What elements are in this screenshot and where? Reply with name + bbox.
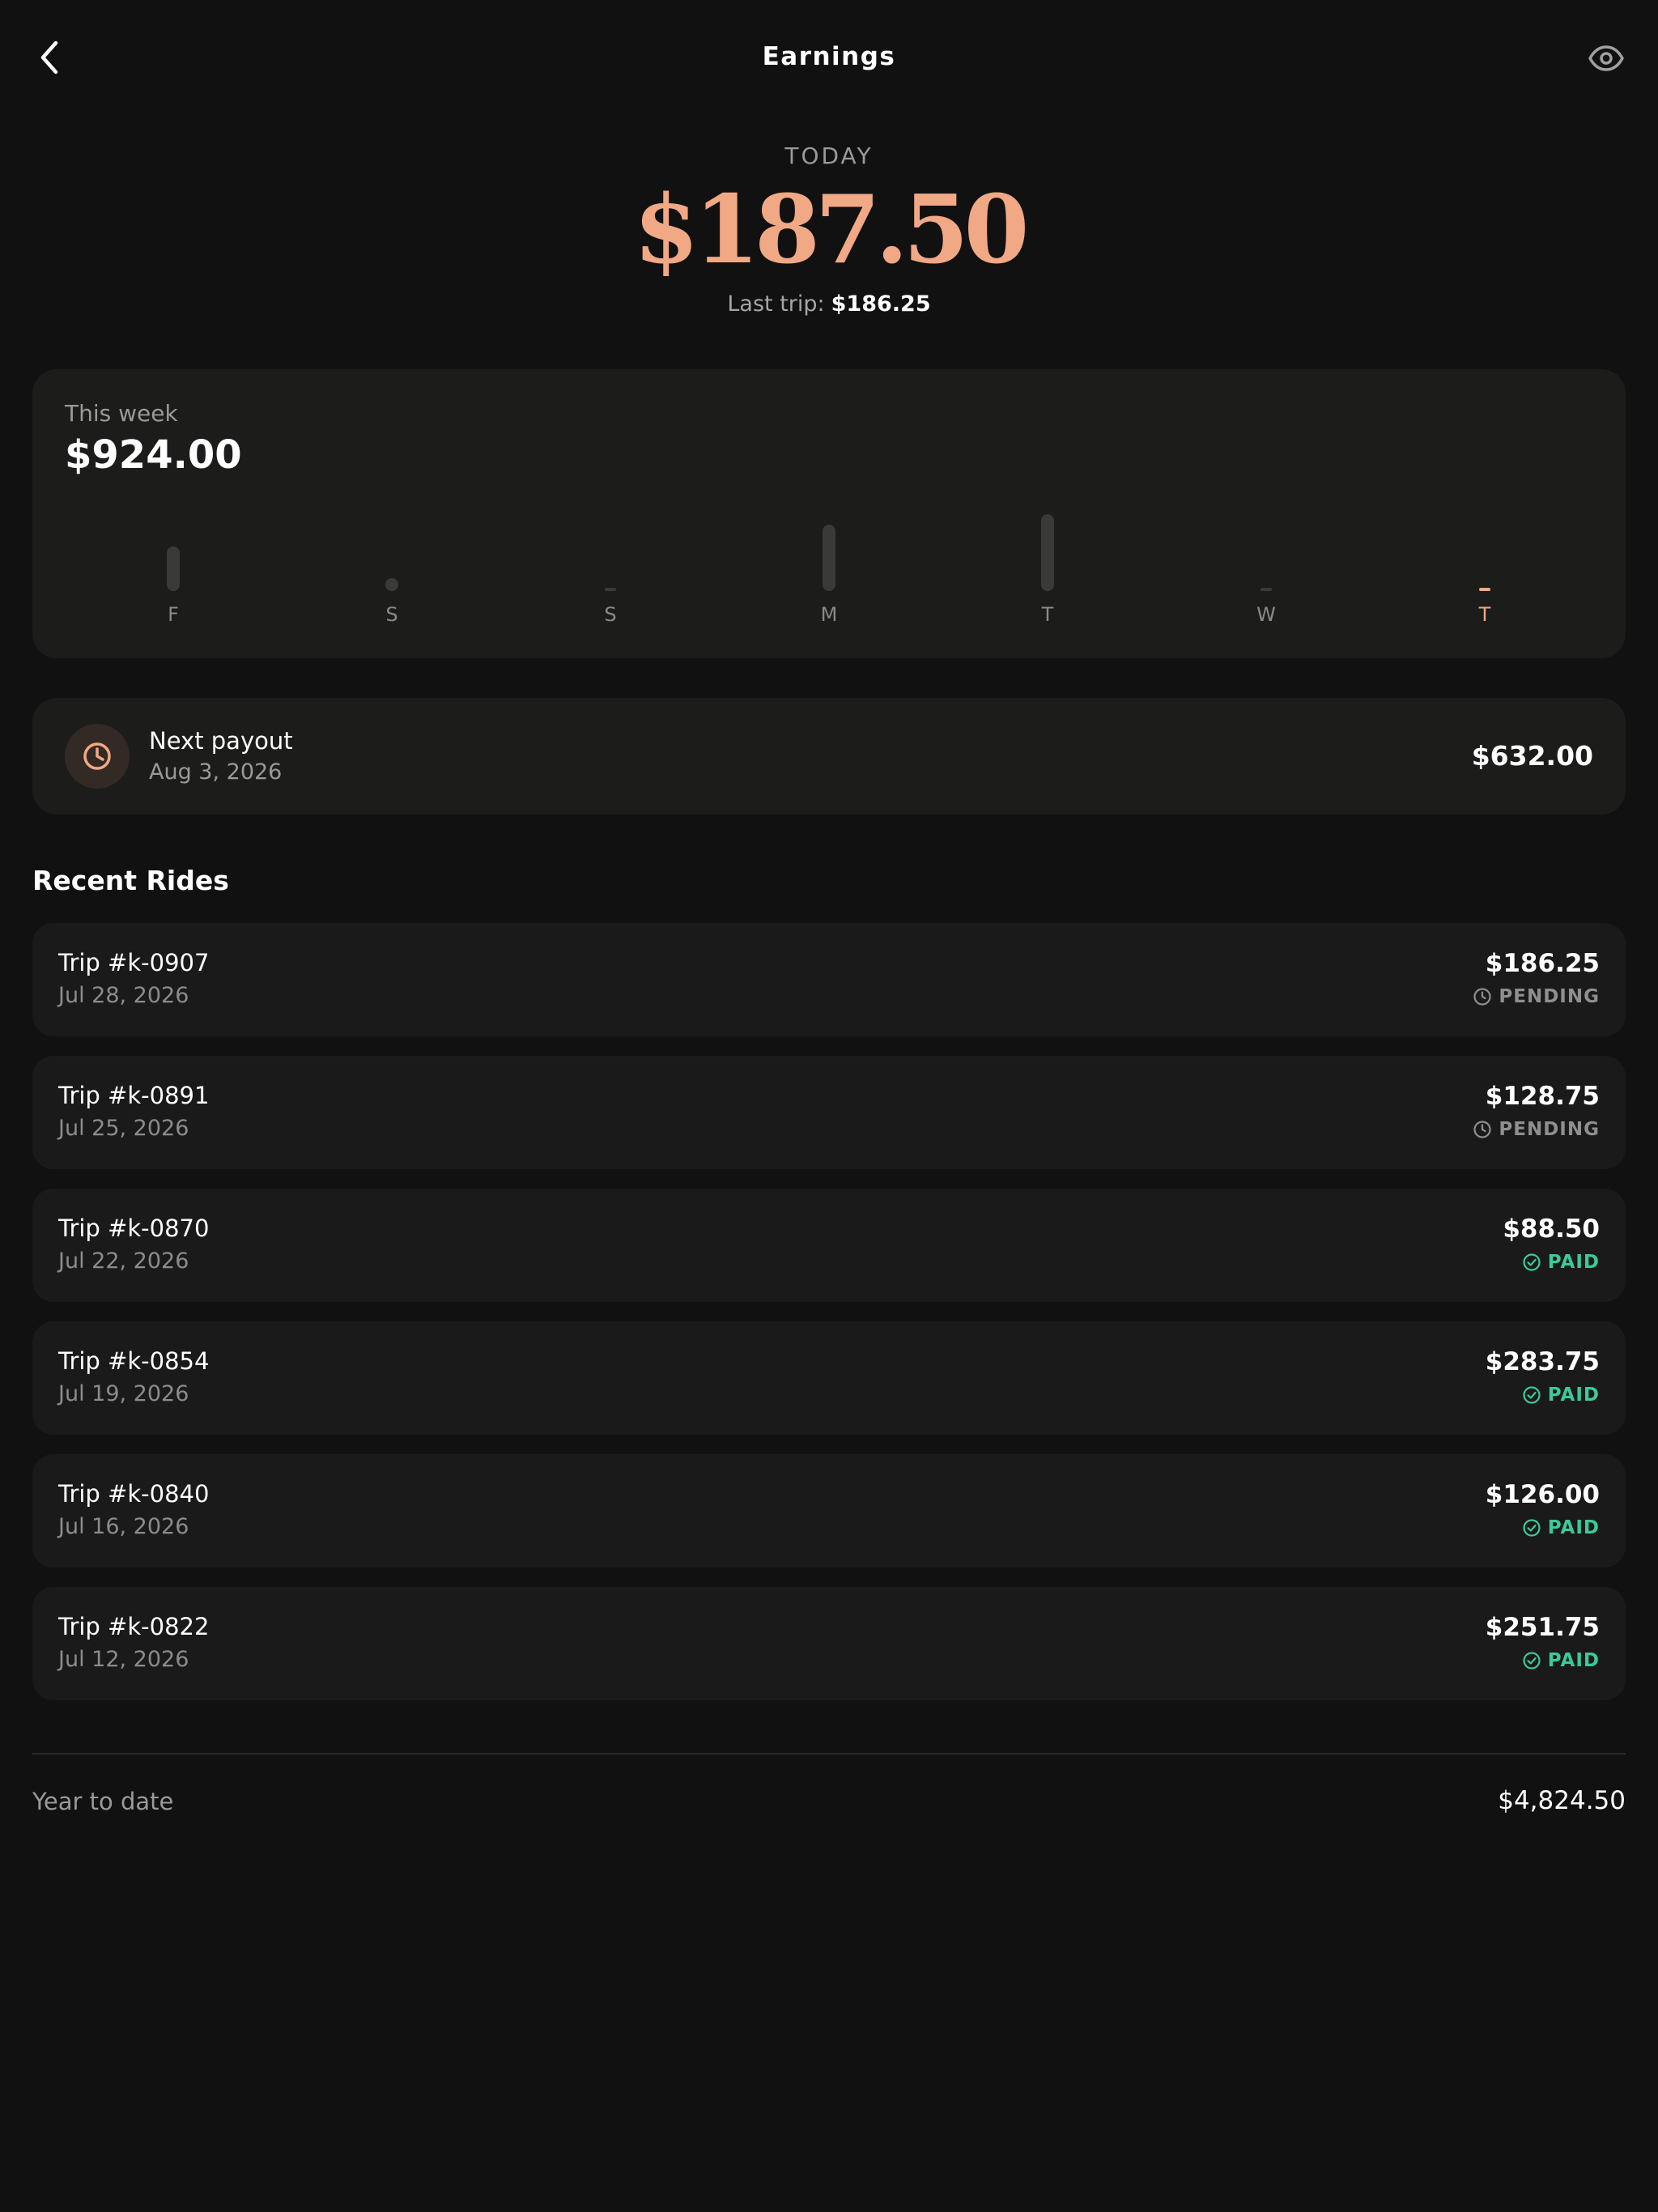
status-text: PENDING	[1499, 1119, 1600, 1140]
chart-day-label: S	[604, 603, 617, 626]
today-amount: $187.50	[633, 175, 1030, 285]
last-trip: Last trip: $186.25	[0, 291, 1658, 317]
chart-bar	[1479, 588, 1490, 591]
clock-icon	[1473, 1120, 1492, 1139]
weekly-earnings-card[interactable]: This week $924.00 FSSMTWT	[32, 369, 1626, 658]
status-badge: PAID	[1522, 1252, 1600, 1273]
earnings-screen: Earnings TODAY $187.50 Last trip: $186.25…	[0, 0, 1658, 2212]
clock-icon	[1473, 987, 1492, 1006]
chart-day-label: T	[1041, 603, 1054, 626]
ride-amount: $186.25	[1485, 949, 1600, 978]
status-text: PAID	[1547, 1385, 1600, 1406]
ride-date: Jul 22, 2026	[58, 1249, 189, 1274]
ride-date: Jul 16, 2026	[58, 1514, 189, 1539]
status-text: PAID	[1547, 1650, 1600, 1671]
ride-row[interactable]: Trip #k-0870 Jul 22, 2026 $88.50 PAID	[32, 1189, 1626, 1302]
status-badge: PENDING	[1473, 1119, 1600, 1140]
last-trip-label: Last trip:	[727, 291, 825, 317]
clock-icon	[83, 742, 111, 770]
ride-date: Jul 25, 2026	[58, 1116, 189, 1141]
weekly-bar-chart: FSSMTWT	[32, 369, 1626, 658]
ytd-value: $4,824.50	[1498, 1786, 1626, 1815]
chart-day-label: M	[820, 603, 838, 626]
status-badge: PENDING	[1473, 986, 1600, 1007]
chart-day-label: F	[168, 603, 179, 626]
chart-bar	[823, 525, 835, 591]
chart-bar	[167, 547, 180, 591]
payout-icon-badge	[65, 724, 130, 789]
ride-date: Jul 28, 2026	[58, 983, 189, 1008]
top-bar: Earnings	[0, 0, 1658, 117]
ride-amount: $126.00	[1485, 1480, 1600, 1509]
ride-row[interactable]: Trip #k-0840 Jul 16, 2026 $126.00 PAID	[32, 1454, 1626, 1568]
ride-title: Trip #k-0822	[58, 1613, 210, 1640]
ride-amount: $88.50	[1503, 1214, 1600, 1244]
chart-day-label: T	[1478, 603, 1491, 626]
chart-bar	[385, 578, 398, 591]
chart-bar	[605, 588, 616, 591]
ride-title: Trip #k-0840	[58, 1480, 210, 1508]
recent-rides-title: Recent Rides	[32, 865, 229, 896]
ride-row[interactable]: Trip #k-0854 Jul 19, 2026 $283.75 PAID	[32, 1321, 1626, 1435]
status-badge: PAID	[1522, 1385, 1600, 1406]
check-circle-icon	[1522, 1385, 1541, 1405]
status-badge: PAID	[1522, 1650, 1600, 1671]
check-circle-icon	[1522, 1651, 1541, 1670]
chart-day-label: W	[1256, 603, 1276, 626]
chart-bar	[1041, 514, 1054, 591]
ride-row[interactable]: Trip #k-0822 Jul 12, 2026 $251.75 PAID	[32, 1587, 1626, 1700]
ride-title: Trip #k-0854	[58, 1347, 210, 1375]
divider	[32, 1753, 1626, 1755]
status-text: PAID	[1547, 1517, 1600, 1538]
next-payout-card[interactable]: Next payout Aug 3, 2026 $632.00	[32, 698, 1626, 815]
eye-icon	[1588, 45, 1624, 71]
check-circle-icon	[1522, 1253, 1541, 1272]
ride-title: Trip #k-0891	[58, 1082, 210, 1109]
ride-title: Trip #k-0870	[58, 1214, 210, 1242]
payout-title: Next payout	[149, 727, 293, 755]
chart-day-label: S	[385, 603, 398, 626]
chart-bar	[1261, 588, 1272, 591]
last-trip-value: $186.25	[831, 291, 931, 317]
status-text: PENDING	[1499, 986, 1600, 1007]
status-text: PAID	[1547, 1252, 1600, 1273]
page-title: Earnings	[762, 42, 896, 71]
check-circle-icon	[1522, 1518, 1541, 1538]
ride-row[interactable]: Trip #k-0907 Jul 28, 2026 $186.25 PENDING	[32, 923, 1626, 1036]
payout-amount: $632.00	[1471, 740, 1593, 772]
today-label: TODAY	[784, 143, 874, 169]
ytd-label: Year to date	[32, 1788, 174, 1815]
payout-date: Aug 3, 2026	[149, 759, 283, 785]
ride-amount: $283.75	[1485, 1347, 1600, 1376]
ride-row[interactable]: Trip #k-0891 Jul 25, 2026 $128.75 PENDING	[32, 1056, 1626, 1169]
status-badge: PAID	[1522, 1517, 1600, 1538]
ride-date: Jul 19, 2026	[58, 1381, 189, 1406]
ride-amount: $251.75	[1485, 1613, 1600, 1642]
ride-title: Trip #k-0907	[58, 949, 210, 976]
ride-amount: $128.75	[1485, 1082, 1600, 1111]
ride-date: Jul 12, 2026	[58, 1647, 189, 1672]
toggle-visibility-button[interactable]	[1584, 36, 1629, 81]
